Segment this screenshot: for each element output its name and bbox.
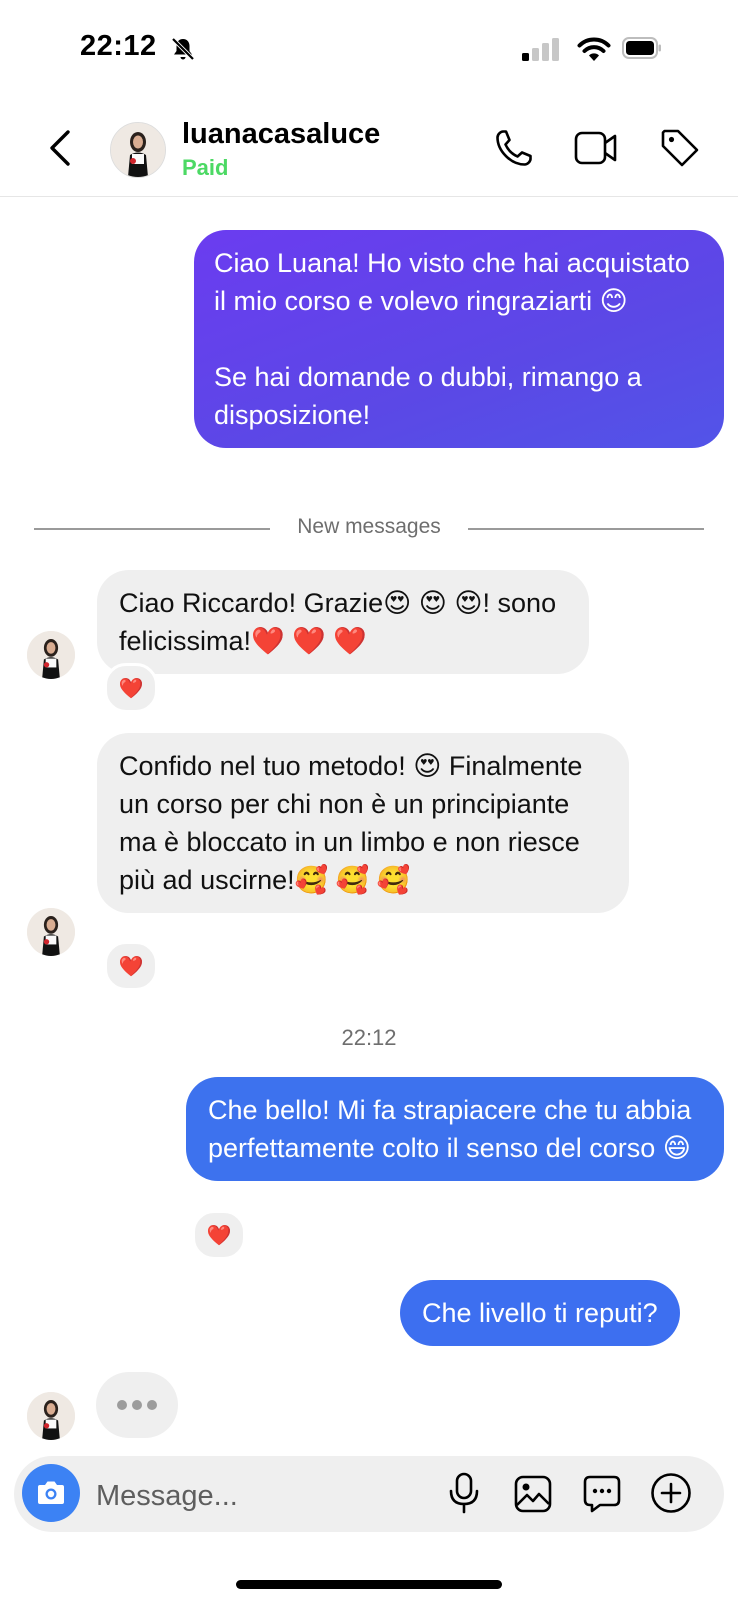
divider-line-left (34, 528, 270, 530)
plus-circle-icon[interactable] (650, 1472, 692, 1514)
typing-dot (117, 1400, 127, 1410)
typing-dot (132, 1400, 142, 1410)
message-timestamp: 22:12 (341, 1025, 397, 1050)
chat-username[interactable]: luanacasaluce (182, 118, 380, 151)
sender-avatar[interactable] (27, 631, 75, 679)
chevron-left-icon[interactable] (46, 128, 74, 168)
message-input[interactable] (96, 1474, 416, 1518)
paid-status-label: Paid (182, 155, 229, 180)
microphone-icon[interactable] (448, 1472, 480, 1514)
camera-button[interactable] (22, 1464, 80, 1522)
heart-reaction[interactable]: ❤️ (192, 1210, 246, 1260)
home-indicator (236, 1580, 502, 1589)
typing-indicator (96, 1372, 178, 1438)
camera-icon (38, 1481, 64, 1504)
outgoing-message-bubble[interactable]: Ciao Luana! Ho visto che hai acquistato … (194, 230, 724, 448)
outgoing-message-bubble[interactable]: Che livello ti reputi? (400, 1280, 680, 1346)
video-camera-icon[interactable] (574, 130, 618, 166)
phone-icon[interactable] (494, 128, 534, 168)
incoming-message-bubble[interactable]: Confido nel tuo metodo! 😍 Finalmente un … (97, 733, 629, 913)
header-avatar[interactable] (110, 122, 166, 178)
wifi-icon (577, 37, 611, 61)
sender-avatar[interactable] (27, 1392, 75, 1440)
typing-dot (147, 1400, 157, 1410)
status-time: 22:12 (80, 30, 157, 62)
new-messages-divider-label: New messages (297, 515, 441, 538)
bell-muted-icon (171, 37, 195, 61)
incoming-message-bubble[interactable]: Ciao Riccardo! Grazie😍 😍 😍! sono felicis… (97, 570, 589, 674)
tag-icon[interactable] (660, 128, 700, 168)
heart-reaction[interactable]: ❤️ (104, 941, 158, 991)
divider-line-right (468, 528, 704, 530)
image-icon[interactable] (514, 1475, 552, 1513)
battery-icon (622, 37, 661, 59)
sender-avatar[interactable] (27, 908, 75, 956)
cellular-signal-icon (522, 38, 559, 61)
scrolled-timestamp (330, 184, 410, 196)
heart-reaction[interactable]: ❤️ (104, 663, 158, 713)
sticker-icon[interactable] (582, 1474, 622, 1514)
header-divider (0, 196, 738, 197)
outgoing-message-bubble[interactable]: Che bello! Mi fa strapiacere che tu abbi… (186, 1077, 724, 1181)
